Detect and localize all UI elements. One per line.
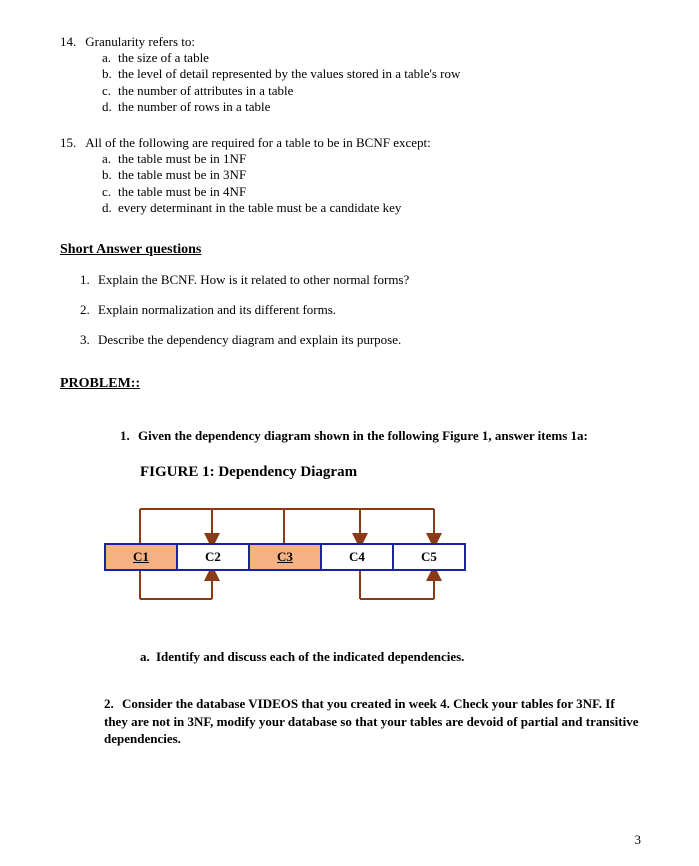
cell-c4: C4 [322,545,394,569]
q15-opt-d: d.every determinant in the table must be… [102,200,639,216]
mcq-list: 14. Granularity refers to: a.the size of… [60,34,639,216]
mcq-item-14: 14. Granularity refers to: a.the size of… [60,34,639,115]
q15-num: 15. [60,135,82,151]
mcq-item-15: 15. All of the following are required fo… [60,135,639,216]
q14-stem: Granularity refers to: [85,34,195,50]
q15-stem: All of the following are required for a … [85,135,430,151]
page-number: 3 [635,832,642,848]
q14-opt-a: a.the size of a table [102,50,639,66]
q14-num: 14. [60,34,82,50]
cell-c5: C5 [394,545,464,569]
problem-heading: PROBLEM:: [60,376,639,392]
q14-opt-b: b.the level of detail represented by the… [102,66,639,82]
short-answer-heading: Short Answer questions [60,242,639,258]
cell-c3: C3 [250,545,322,569]
problem-1: 1.Given the dependency diagram shown in … [120,428,639,444]
sa-3: 3.Describe the dependency diagram and ex… [80,332,639,348]
cell-c1: C1 [106,545,178,569]
q14-opt-c: c.the number of attributes in a table [102,83,639,99]
q15-opts: a.the table must be in 1NF b.the table m… [102,151,639,216]
problem-2: 2.Consider the database VIDEOS that you … [104,695,639,748]
q14-opts: a.the size of a table b.the level of det… [102,50,639,115]
page: 14. Granularity refers to: a.the size of… [0,0,699,768]
q14-opt-d: d.the number of rows in a table [102,99,639,115]
q15-opt-c: c.the table must be in 4NF [102,184,639,200]
dependency-diagram: C1 C2 C3 C4 C5 [104,499,484,619]
attribute-row: C1 C2 C3 C4 C5 [104,543,466,571]
short-answer-list: 1.Explain the BCNF. How is it related to… [80,272,639,348]
problem-1a: a.Identify and discuss each of the indic… [140,649,639,665]
q15-opt-b: b.the table must be in 3NF [102,167,639,183]
figure-1-title: FIGURE 1: Dependency Diagram [140,464,639,481]
q15-opt-a: a.the table must be in 1NF [102,151,639,167]
cell-c2: C2 [178,545,250,569]
sa-1: 1.Explain the BCNF. How is it related to… [80,272,639,288]
sa-2: 2.Explain normalization and its differen… [80,302,639,318]
